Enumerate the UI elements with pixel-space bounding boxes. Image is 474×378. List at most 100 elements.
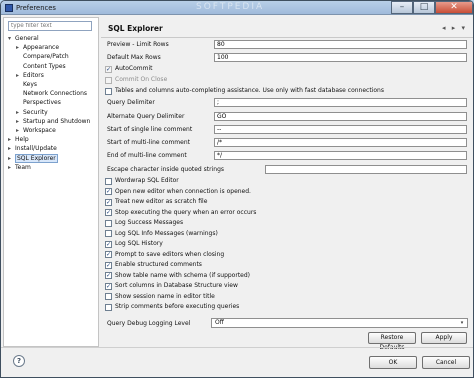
default-max-rows-label: Default Max Rows bbox=[107, 54, 161, 61]
setting-checkbox-row[interactable]: Wordwrap SQL Editor bbox=[105, 177, 179, 185]
setting-checkbox-label: Log SQL History bbox=[115, 240, 163, 247]
setting-checkbox[interactable] bbox=[105, 230, 112, 237]
tree-item-content-types[interactable]: Content Types bbox=[16, 63, 66, 71]
setting-checkbox[interactable]: ✓ bbox=[105, 240, 112, 248]
escape-character-input[interactable] bbox=[265, 165, 467, 174]
alternate-delimiter-label: Alternate Query Delimiter bbox=[107, 113, 185, 120]
query-logging-select[interactable]: Off ▾ bbox=[211, 318, 468, 328]
chevron-right-icon[interactable]: ▸ bbox=[8, 155, 15, 163]
setting-checkbox[interactable]: ✓ bbox=[105, 209, 112, 216]
chevron-right-icon[interactable]: ▸ bbox=[16, 44, 23, 52]
setting-checkbox[interactable]: ✓ bbox=[105, 188, 112, 195]
commit-on-close-checkbox-row[interactable]: Commit On Close bbox=[105, 76, 167, 84]
setting-checkbox-row[interactable]: Strip comments before executing queries bbox=[105, 303, 239, 311]
title-divider bbox=[101, 37, 473, 38]
tree-item-appearance[interactable]: ▸ Appearance bbox=[16, 44, 59, 52]
autocomplete-label: Tables and columns auto-completing assis… bbox=[115, 87, 384, 94]
setting-checkbox[interactable] bbox=[105, 293, 112, 300]
query-logging-label: Query Debug Logging Level bbox=[107, 320, 191, 327]
multi-line-start-label: Start of multi-line comment bbox=[107, 139, 190, 146]
setting-checkbox-label: Prompt to save editors when closing bbox=[115, 250, 225, 258]
chevron-right-icon[interactable]: ▸ bbox=[8, 145, 15, 153]
setting-checkbox-row[interactable]: ✓ Prompt to save editors when closing bbox=[105, 251, 224, 259]
preview-limit-input[interactable] bbox=[214, 40, 467, 49]
chevron-down-icon[interactable]: ▾ bbox=[458, 320, 466, 326]
tree-item-label: Appearance bbox=[23, 44, 60, 52]
setting-checkbox[interactable] bbox=[105, 219, 112, 227]
maximize-button[interactable]: □ bbox=[413, 1, 435, 14]
tree-item-compare-patch[interactable]: Compare/Patch bbox=[16, 53, 69, 61]
setting-checkbox[interactable]: ✓ bbox=[105, 272, 112, 279]
chevron-right-icon[interactable]: ▸ bbox=[8, 164, 15, 172]
app-icon bbox=[5, 4, 13, 12]
sql-explorer-page: SQL Explorer ◂ ▸ ▾ Preview - Limit Rows … bbox=[101, 17, 473, 351]
setting-checkbox-label: Open new editor when connection is opene… bbox=[115, 187, 251, 195]
tree-item-editors[interactable]: ▸ Editors bbox=[16, 72, 44, 80]
restore-defaults-button[interactable]: Restore Defaults bbox=[368, 332, 416, 351]
setting-checkbox-row[interactable]: ✓ Open new editor when connection is open… bbox=[105, 188, 251, 196]
title-bar[interactable]: Preferences SOFTPEDIA – □ ✕ bbox=[1, 1, 473, 15]
multi-line-start-input[interactable] bbox=[214, 138, 467, 147]
setting-checkbox-label: Sort columns in Database Structure view bbox=[115, 282, 238, 289]
autocommit-checkbox-row[interactable]: ✓ AutoCommit bbox=[105, 65, 153, 73]
tree-item-sql-explorer[interactable]: ▸ SQL Explorer bbox=[8, 153, 58, 163]
setting-checkbox[interactable] bbox=[105, 303, 112, 311]
ok-button[interactable]: OK bbox=[369, 356, 417, 369]
tree-item-general[interactable]: ▾ General bbox=[8, 35, 39, 43]
single-line-comment-input[interactable] bbox=[214, 125, 467, 134]
autocommit-checkbox[interactable]: ✓ bbox=[105, 65, 112, 73]
chevron-right-icon[interactable]: ▸ bbox=[8, 136, 15, 144]
setting-checkbox[interactable]: ✓ bbox=[105, 261, 112, 269]
setting-checkbox-row[interactable]: ✓ Treat new editor as scratch file bbox=[105, 198, 207, 206]
preview-limit-label: Preview - Limit Rows bbox=[107, 41, 169, 48]
tree-item-label: Compare/Patch bbox=[23, 53, 69, 61]
query-delimiter-input[interactable] bbox=[214, 98, 467, 107]
query-delimiter-label: Query Delimiter bbox=[107, 99, 155, 106]
tree-item-label: SQL Explorer bbox=[15, 153, 58, 163]
setting-checkbox[interactable] bbox=[105, 177, 112, 185]
autocomplete-checkbox-row[interactable]: Tables and columns auto-completing assis… bbox=[105, 87, 384, 95]
setting-checkbox-row[interactable]: ✓ Enable structured comments bbox=[105, 261, 202, 269]
setting-checkbox-row[interactable]: ✓ Sort columns in Database Structure view bbox=[105, 282, 238, 290]
default-max-rows-input[interactable] bbox=[214, 53, 467, 62]
help-icon[interactable]: ? bbox=[13, 355, 25, 367]
tree-item-help[interactable]: ▸ Help bbox=[8, 136, 29, 144]
autocomplete-checkbox[interactable] bbox=[105, 87, 112, 95]
chevron-right-icon[interactable]: ▸ bbox=[16, 118, 23, 126]
apply-button[interactable]: Apply bbox=[421, 332, 467, 344]
setting-checkbox-row[interactable]: Show session name in editor title bbox=[105, 293, 215, 301]
chevron-right-icon[interactable]: ▸ bbox=[16, 109, 23, 117]
multi-line-end-input[interactable] bbox=[214, 151, 467, 160]
setting-checkbox-row[interactable]: Log SQL Info Messages (warnings) bbox=[105, 230, 218, 238]
tree-item-label: Security bbox=[23, 108, 48, 116]
setting-checkbox-row[interactable]: ✓ Stop executing the query when an error … bbox=[105, 209, 256, 217]
tree-item-security[interactable]: ▸ Security bbox=[16, 109, 48, 117]
tree-item-startup-and-shutdown[interactable]: ▸ Startup and Shutdown bbox=[16, 118, 90, 126]
tree-item-team[interactable]: ▸ Team bbox=[8, 164, 31, 172]
setting-checkbox[interactable]: ✓ bbox=[105, 251, 112, 258]
tree-item-keys[interactable]: Keys bbox=[16, 81, 37, 89]
filter-input[interactable] bbox=[8, 21, 92, 31]
preferences-window: Preferences SOFTPEDIA – □ ✕ ▾General▸App… bbox=[0, 0, 474, 378]
setting-checkbox-row[interactable]: ✓ Show table name with schema (if support… bbox=[105, 272, 250, 280]
chevron-down-icon[interactable]: ▾ bbox=[8, 35, 15, 43]
tree-item-install-update[interactable]: ▸ Install/Update bbox=[8, 145, 57, 153]
escape-character-label: Escape character inside quoted strings bbox=[107, 166, 224, 173]
setting-checkbox-row[interactable]: ✓ Log SQL History bbox=[105, 240, 163, 248]
page-navigation[interactable]: ◂ ▸ ▾ bbox=[442, 24, 467, 32]
setting-checkbox[interactable]: ✓ bbox=[105, 282, 112, 290]
setting-checkbox[interactable]: ✓ bbox=[105, 198, 112, 206]
tree-item-perspectives[interactable]: Perspectives bbox=[16, 99, 61, 107]
commit-on-close-checkbox[interactable] bbox=[105, 76, 112, 84]
chevron-right-icon[interactable]: ▸ bbox=[16, 72, 23, 80]
tree-item-network-connections[interactable]: Network Connections bbox=[16, 90, 87, 98]
alternate-delimiter-input[interactable] bbox=[214, 112, 467, 121]
setting-checkbox-row[interactable]: Log Success Messages bbox=[105, 219, 183, 227]
cancel-button[interactable]: Cancel bbox=[422, 356, 470, 369]
setting-checkbox-label: Show table name with schema (if supporte… bbox=[115, 271, 251, 279]
tree-item-workspace[interactable]: ▸ Workspace bbox=[16, 127, 56, 135]
close-button[interactable]: ✕ bbox=[435, 1, 473, 14]
query-logging-value: Off bbox=[215, 319, 224, 326]
chevron-right-icon[interactable]: ▸ bbox=[16, 127, 23, 135]
minimize-button[interactable]: – bbox=[391, 1, 413, 14]
